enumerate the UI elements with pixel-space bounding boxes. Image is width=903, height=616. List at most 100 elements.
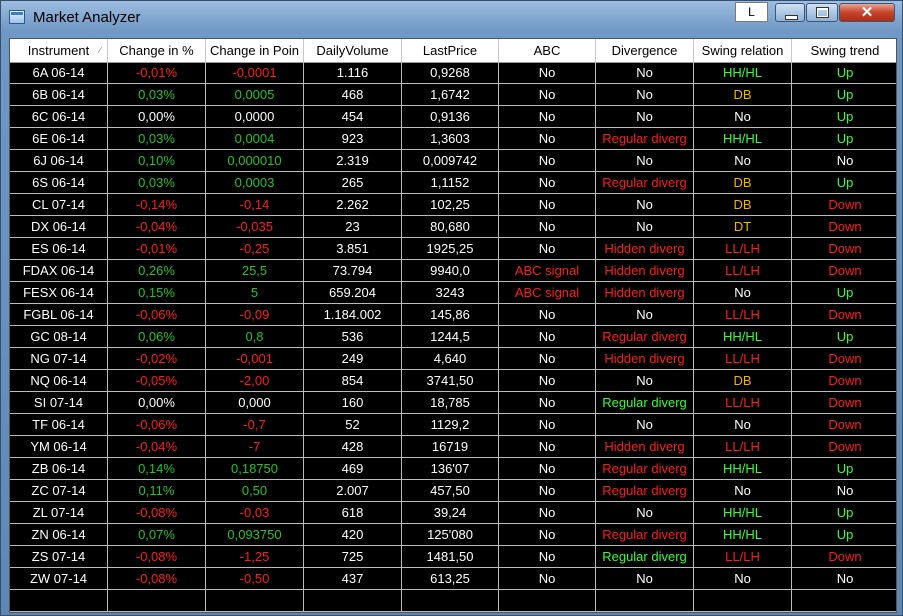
column-header-last-price[interactable]: LastPrice — [402, 39, 499, 62]
cell-last-price: 1925,25 — [402, 238, 499, 260]
table-row[interactable]: FESX 06-14 0,15% 5 659.204 3243 ABC signal Hid… — [10, 282, 896, 304]
table-row[interactable]: 6A 06-14 -0,01% -0,0001 1.116 0,9268 No No HH/H… — [10, 62, 896, 84]
table-row[interactable]: YM 06-14 -0,04% -7 428 16719 No Hidden diverg L… — [10, 436, 896, 458]
cell-daily-volume: 1.116 — [304, 62, 402, 84]
cell-change-points: -0,50 — [206, 568, 304, 590]
cell-divergence: Regular diverg — [596, 326, 694, 348]
cell-instrument: FESX 06-14 — [10, 282, 108, 304]
cell-swing-trend: Down — [792, 238, 896, 260]
column-header-divergence[interactable]: Divergence — [596, 39, 694, 62]
cell-divergence: Hidden diverg — [596, 282, 694, 304]
cell-change-percent: 0,06% — [108, 326, 206, 348]
table-row[interactable]: 6C 06-14 0,00% 0,0000 454 0,9136 No No No Up — [10, 106, 896, 128]
table-row[interactable]: NG 07-14 -0,02% -0,001 249 4,640 No Hidden div… — [10, 348, 896, 370]
cell-swing-relation: DB — [694, 194, 792, 216]
cell-last-price: 18,785 — [402, 392, 499, 414]
cell-divergence: Regular diverg — [596, 128, 694, 150]
cell-abc: No — [499, 502, 596, 524]
cell-change-points: 0,18750 — [206, 458, 304, 480]
table-row[interactable]: SI 07-14 0,00% 0,000 160 18,785 No Regular div… — [10, 392, 896, 414]
cell-swing-trend: Up — [792, 128, 896, 150]
cell-change-percent: -0,01% — [108, 238, 206, 260]
cell-abc: No — [499, 150, 596, 172]
cell-daily-volume: 2.007 — [304, 480, 402, 502]
cell-abc: No — [499, 238, 596, 260]
cell-daily-volume: 1.184.002 — [304, 304, 402, 326]
cell-change-points: -2,00 — [206, 370, 304, 392]
cell-daily-volume: 725 — [304, 546, 402, 568]
cell-daily-volume: 23 — [304, 216, 402, 238]
cell-divergence: No — [596, 150, 694, 172]
table-row[interactable]: ES 06-14 -0,01% -0,25 3.851 1925,25 No Hidden … — [10, 238, 896, 260]
cell-swing-trend: No — [792, 150, 896, 172]
table-row[interactable]: ZB 06-14 0,14% 0,18750 469 136'07 No Regular d… — [10, 458, 896, 480]
minimize-button[interactable] — [775, 3, 805, 22]
cell-daily-volume: 2.262 — [304, 194, 402, 216]
table-row[interactable]: TF 06-14 -0,06% -0,7 52 1129,2 No No No Down — [10, 414, 896, 436]
cell-swing-trend: No — [792, 568, 896, 590]
cell-swing-trend: Down — [792, 436, 896, 458]
cell-instrument: ZS 07-14 — [10, 546, 108, 568]
cell-change-points: -0,035 — [206, 216, 304, 238]
column-header-daily-volume[interactable]: DailyVolume — [304, 39, 402, 62]
cell-last-price: 39,24 — [402, 502, 499, 524]
table-row[interactable]: ZS 07-14 -0,08% -1,25 725 1481,50 No Regular d… — [10, 546, 896, 568]
table-row[interactable]: CL 07-14 -0,14% -0,14 2.262 102,25 No No DB Down — [10, 194, 896, 216]
table-row[interactable]: FDAX 06-14 0,26% 25,5 73.794 9940,0 ABC signa… — [10, 260, 896, 282]
cell-change-percent: 0,15% — [108, 282, 206, 304]
cell-abc: No — [499, 216, 596, 238]
cell-daily-volume: 249 — [304, 348, 402, 370]
table-row[interactable]: 6E 06-14 0,03% 0,0004 923 1,3603 No Regular di… — [10, 128, 896, 150]
cell-change-percent: -0,08% — [108, 546, 206, 568]
column-header-swing-relation[interactable]: Swing relation — [694, 39, 792, 62]
cell-swing-relation: LL/LH — [694, 260, 792, 282]
table-row[interactable]: ZW 07-14 -0,08% -0,50 437 613,25 No No No No — [10, 568, 896, 590]
cell-change-points: -0,09 — [206, 304, 304, 326]
close-button[interactable]: ✕ — [839, 3, 895, 22]
table-row[interactable]: ZN 06-14 0,07% 0,093750 420 125'080 No Regular… — [10, 524, 896, 546]
empty-row[interactable] — [10, 590, 896, 612]
column-header-swing-trend[interactable]: Swing trend — [792, 39, 896, 62]
table-row[interactable]: DX 06-14 -0,04% -0,035 23 80,680 No No DT Down — [10, 216, 896, 238]
title-bar[interactable]: Market Analyzer L ✕ — [1, 1, 902, 35]
table-row[interactable]: ZL 07-14 -0,08% -0,03 618 39,24 No No HH/HL Up — [10, 502, 896, 524]
cell-change-points: 0,0004 — [206, 128, 304, 150]
cell-swing-relation: No — [694, 568, 792, 590]
cell-swing-relation: No — [694, 414, 792, 436]
cell-abc: ABC signal — [499, 282, 596, 304]
table-row[interactable]: 6S 06-14 0,03% 0,0003 265 1,1152 No Regular di… — [10, 172, 896, 194]
cell-daily-volume: 659.204 — [304, 282, 402, 304]
cell-swing-relation: No — [694, 282, 792, 304]
cell-instrument: GC 08-14 — [10, 326, 108, 348]
cell-swing-relation: DB — [694, 370, 792, 392]
table-row[interactable]: GC 08-14 0,06% 0,8 536 1244,5 No Regular diver… — [10, 326, 896, 348]
column-header-change-percent[interactable]: Change in % — [108, 39, 206, 62]
cell-abc: No — [499, 392, 596, 414]
column-header-instrument[interactable]: Instrument ⁄ — [10, 39, 108, 62]
cell-swing-relation: LL/LH — [694, 436, 792, 458]
cell-change-points: -7 — [206, 436, 304, 458]
cell-instrument: ZB 06-14 — [10, 458, 108, 480]
cell-last-price: 0,9268 — [402, 62, 499, 84]
table-row[interactable]: 6J 06-14 0,10% 0,000010 2.319 0,009742 No No No… — [10, 150, 896, 172]
cell-swing-relation: HH/HL — [694, 458, 792, 480]
cell-daily-volume: 437 — [304, 568, 402, 590]
table-row[interactable]: FGBL 06-14 -0,06% -0,09 1.184.002 145,86 No No… — [10, 304, 896, 326]
column-header-change-points[interactable]: Change in Poin — [206, 39, 304, 62]
cell-change-points: 25,5 — [206, 260, 304, 282]
cell-divergence: No — [596, 84, 694, 106]
l-button[interactable]: L — [735, 2, 768, 22]
empty-cell — [10, 590, 108, 612]
cell-instrument: ZC 07-14 — [10, 480, 108, 502]
cell-change-percent: -0,08% — [108, 568, 206, 590]
cell-instrument: YM 06-14 — [10, 436, 108, 458]
cell-change-percent: 0,03% — [108, 172, 206, 194]
table-row[interactable]: ZC 07-14 0,11% 0,50 2.007 457,50 No Regular di… — [10, 480, 896, 502]
table-row[interactable]: NQ 06-14 -0,05% -2,00 854 3741,50 No No DB Down — [10, 370, 896, 392]
empty-cell — [402, 590, 499, 612]
table-row[interactable]: 6B 06-14 0,03% 0,0005 468 1,6742 No No DB Up — [10, 84, 896, 106]
maximize-button[interactable] — [806, 3, 838, 22]
cell-divergence: No — [596, 370, 694, 392]
cell-swing-trend: Down — [792, 194, 896, 216]
column-header-abc[interactable]: ABC — [499, 39, 596, 62]
